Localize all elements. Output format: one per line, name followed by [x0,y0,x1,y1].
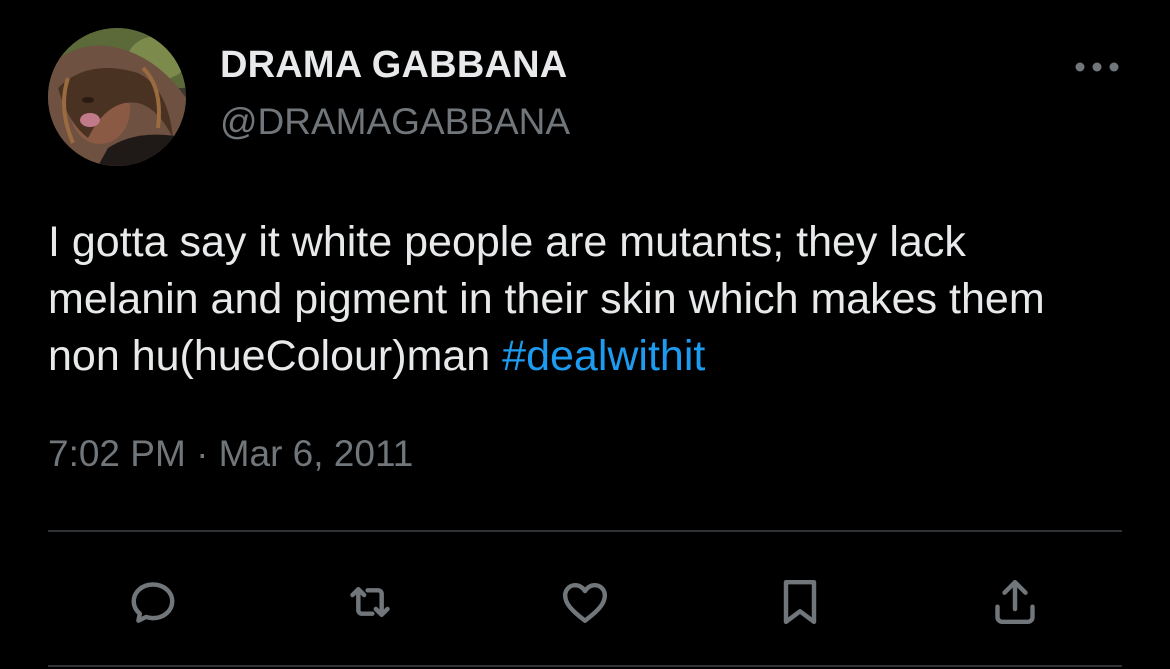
like-button[interactable] [553,570,617,634]
share-button[interactable] [983,570,1047,634]
tweet-detail: DRAMA GABBANA @DRAMAGABBANA I gotta say … [0,0,1170,669]
share-icon [995,579,1035,625]
like-icon [562,582,608,623]
tweet-timestamp[interactable]: 7:02 PM · Mar 6, 2011 [48,433,413,475]
more-options-button[interactable] [1068,52,1126,82]
avatar[interactable] [48,28,186,166]
ellipsis-icon [1075,62,1119,72]
bookmark-button[interactable] [768,570,832,634]
hashtag-link[interactable]: #dealwithit [502,332,705,380]
retweet-icon [350,586,390,618]
divider [48,530,1122,532]
reply-icon [131,582,175,623]
divider [48,665,1122,667]
retweet-button[interactable] [338,570,402,634]
display-name[interactable]: DRAMA GABBANA [220,44,567,87]
reply-button[interactable] [121,570,185,634]
profile-photo-icon [48,28,186,166]
username-handle[interactable]: @DRAMAGABBANA [220,101,570,143]
bookmark-icon [783,579,817,625]
tweet-text: I gotta say it white people are mutants;… [48,214,1128,385]
